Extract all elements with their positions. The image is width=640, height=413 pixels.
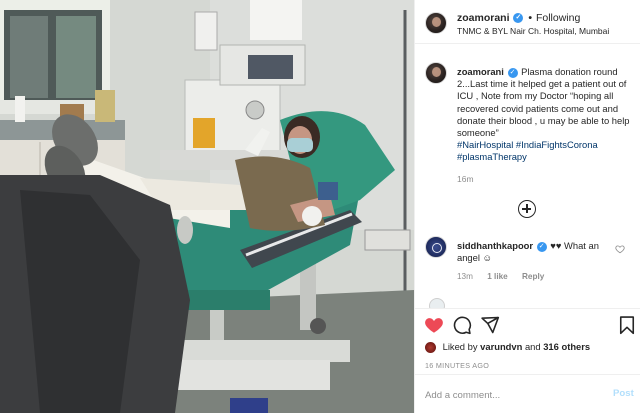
post-sidebar: zoamorani ✓ • Following TNMC & BYL Nair … (414, 0, 640, 413)
comment: siddhanthkapoor ✓ ♥♥ What an angel ☺ (457, 240, 617, 264)
author-line: zoamorani ✓ • Following (457, 12, 580, 24)
comment-input[interactable] (425, 386, 595, 404)
paper-plane-icon[interactable] (480, 315, 500, 335)
liked-by-line: Liked by varundvn and 316 others (425, 341, 590, 354)
comment-time: 13m (457, 272, 473, 281)
caption-text-block: zoamorani ✓ Plasma donation round 2...La… (457, 66, 635, 164)
post-location[interactable]: TNMC & BYL Nair Ch. Hospital, Mumbai (457, 26, 609, 36)
commenter-avatar[interactable] (425, 236, 447, 258)
verified-badge-icon: ✓ (513, 13, 524, 24)
next-comment-partial (425, 298, 625, 308)
liked-by-conjunction: and (524, 341, 541, 352)
verified-badge-icon: ✓ (536, 241, 547, 252)
photo-illustration (0, 0, 414, 413)
caption-timestamp: 16m (457, 174, 474, 184)
comment-meta: 13m 1 like Reply (457, 272, 556, 281)
commenter-username[interactable]: siddhanthkapoor (457, 240, 533, 251)
caption-avatar[interactable] (425, 62, 447, 84)
liker-avatar[interactable] (425, 342, 436, 354)
add-comment-bar: Post (415, 374, 640, 413)
liker-username[interactable]: varundvn (480, 341, 522, 352)
speech-bubble-icon[interactable] (452, 315, 472, 335)
author-username[interactable]: zoamorani (457, 12, 510, 24)
author-avatar[interactable] (425, 12, 447, 34)
likes-count-others[interactable]: 316 others (543, 341, 590, 352)
comment-like-count[interactable]: 1 like (487, 272, 508, 281)
post-comment-button[interactable]: Post (613, 388, 634, 399)
hashtag-line-1[interactable]: #NairHospital #IndiaFightsCorona (457, 139, 635, 151)
next-commenter-avatar (429, 298, 445, 308)
heart-filled-icon[interactable] (424, 315, 444, 335)
comment-like-heart-icon[interactable] (615, 244, 625, 254)
verified-badge-icon: ✓ (507, 67, 518, 78)
caption-username[interactable]: zoamorani (457, 66, 504, 77)
plus-circle-icon[interactable] (518, 200, 536, 218)
following-button[interactable]: Following (536, 12, 580, 24)
reply-button[interactable]: Reply (522, 272, 544, 281)
hashtag-line-2[interactable]: #plasmaTherapy (457, 151, 635, 163)
post-photo[interactable] (0, 0, 414, 413)
post-age[interactable]: 16 MINUTES AGO (425, 361, 489, 370)
separator-dot: • (528, 12, 533, 24)
post-header: zoamorani ✓ • Following TNMC & BYL Nair … (415, 0, 640, 44)
liked-by-prefix: Liked by (442, 341, 478, 352)
bookmark-icon[interactable] (617, 315, 637, 335)
